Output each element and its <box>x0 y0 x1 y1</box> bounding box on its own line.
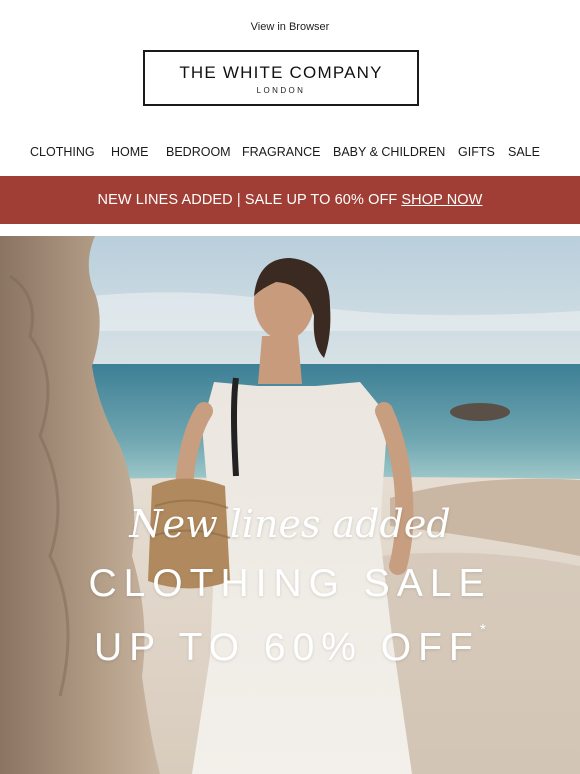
nav-item-bedroom[interactable]: BEDROOM <box>166 145 231 159</box>
view-in-browser-link[interactable]: View in Browser <box>0 21 580 33</box>
logo-wordmark: THE WHITE COMPANY <box>179 63 383 82</box>
hero-script-heading: New lines added <box>129 502 451 546</box>
email-page: View in Browser THE WHITE COMPANY LONDON… <box>0 0 580 774</box>
hero-banner[interactable]: New lines added CLOTHING SALE UP TO 60% … <box>0 236 580 774</box>
hero-title: CLOTHING SALE <box>88 562 492 605</box>
nav-item-home[interactable]: HOME <box>111 145 149 159</box>
nav-item-sale[interactable]: SALE <box>508 145 540 159</box>
nav-item-fragrance[interactable]: FRAGRANCE <box>242 145 320 159</box>
shop-now-link[interactable]: SHOP NOW <box>401 192 482 208</box>
main-nav: CLOTHING HOME BEDROOM FRAGRANCE BABY & C… <box>0 145 580 161</box>
brand-logo[interactable]: THE WHITE COMPANY LONDON <box>143 50 419 106</box>
hero-asterisk: * <box>479 622 486 639</box>
promo-banner: NEW LINES ADDED | SALE UP TO 60% OFF SHO… <box>0 176 580 224</box>
logo-location: LONDON <box>256 86 306 95</box>
nav-item-gifts[interactable]: GIFTS <box>458 145 495 159</box>
promo-text: NEW LINES ADDED | SALE UP TO 60% OFF <box>97 192 398 208</box>
hero-subtitle-text: UP TO 60% OFF <box>93 626 480 669</box>
nav-item-clothing[interactable]: CLOTHING <box>30 145 95 159</box>
nav-item-baby-children[interactable]: BABY & CHILDREN <box>333 145 445 159</box>
hero-subtitle: UP TO 60% OFF* <box>0 622 580 670</box>
